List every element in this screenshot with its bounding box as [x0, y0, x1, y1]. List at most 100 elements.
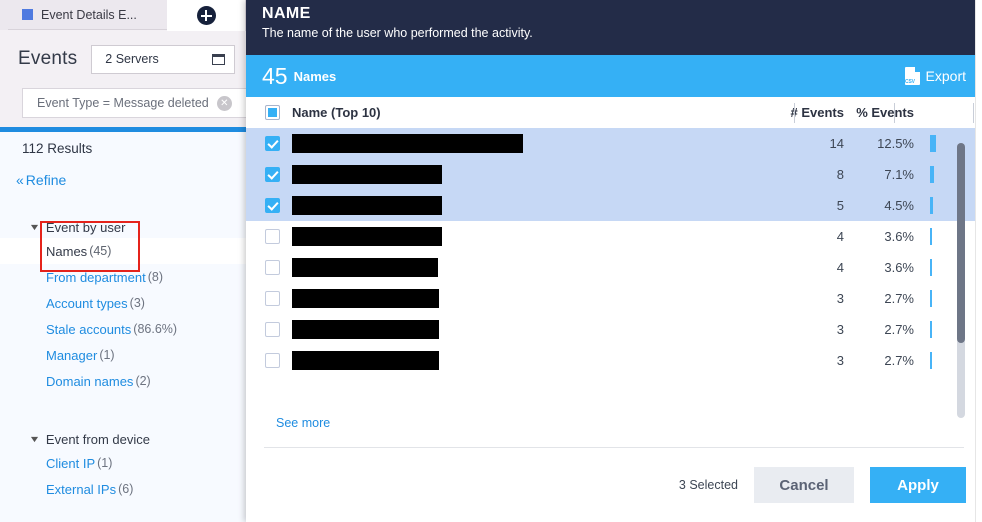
export-button[interactable]: Export	[904, 67, 966, 85]
percent-bar	[930, 166, 934, 183]
tab-label: Event Details E...	[41, 7, 137, 22]
row-events-value: 3	[836, 322, 844, 337]
row-bar-cell	[922, 166, 982, 183]
events-header: Events 2 Servers	[0, 40, 246, 78]
row-checkbox[interactable]	[264, 229, 280, 244]
row-percent-value: 3.6%	[884, 260, 914, 275]
cancel-button[interactable]: Cancel	[754, 467, 854, 503]
sidebar-item-names[interactable]: Names (45)	[0, 238, 246, 264]
row-checkbox[interactable]	[264, 167, 280, 182]
select-all-cell[interactable]	[246, 105, 292, 120]
csv-file-icon	[904, 67, 920, 85]
facet-group-header[interactable]: ▼ Event from device	[0, 428, 246, 450]
sidebar-item-account-types[interactable]: Account types (3)	[0, 290, 246, 316]
sidebar-item-external-ips[interactable]: External IPs (6)	[0, 476, 246, 502]
percent-bar	[930, 259, 932, 276]
facet-count: (3)	[129, 296, 145, 310]
redacted-name	[292, 165, 442, 184]
facet-label: External IPs	[46, 481, 117, 497]
dialog-header: NAME The name of the user who performed …	[246, 0, 982, 55]
table-scrollbar-track[interactable]	[957, 143, 965, 418]
table-row[interactable]: 3 2.7%	[246, 345, 982, 376]
sidebar-item-from-department[interactable]: From department (8)	[0, 264, 246, 290]
percent-bar	[930, 352, 932, 369]
row-checkbox-cell[interactable]	[246, 229, 292, 244]
table-row[interactable]: 4 3.6%	[246, 221, 982, 252]
column-header-name[interactable]: Name (Top 10)	[292, 105, 768, 120]
row-checkbox-cell[interactable]	[246, 260, 292, 275]
table-row[interactable]: 3 2.7%	[246, 283, 982, 314]
sidebar-item-client-ip[interactable]: Client IP (1)	[0, 450, 246, 476]
row-checkbox[interactable]	[264, 291, 280, 306]
row-percent-value: 3.6%	[884, 229, 914, 244]
dialog-subtitle: The name of the user who performed the a…	[262, 26, 533, 40]
percent-bar	[930, 321, 932, 338]
right-edge	[975, 0, 982, 522]
tab-event-details[interactable]: Event Details E...	[8, 0, 167, 30]
percent-bar	[930, 135, 936, 152]
table-row[interactable]: 14 12.5%	[246, 128, 982, 159]
dialog-title: NAME	[262, 5, 311, 22]
row-name-cell	[292, 134, 768, 153]
row-checkbox-cell[interactable]	[246, 291, 292, 306]
row-checkbox-cell[interactable]	[246, 198, 292, 213]
facet-group-header[interactable]: ▼ Event by user	[0, 216, 246, 238]
facet-group-event-from-device: ▼ Event from device Client IP (1) Extern…	[0, 428, 246, 502]
double-chevron-left-icon: «	[16, 172, 24, 188]
row-percent-value: 7.1%	[884, 167, 914, 182]
dialog-footer: 3 Selected Cancel Apply	[246, 448, 982, 522]
row-events-value: 3	[836, 291, 844, 306]
sidebar-item-manager[interactable]: Manager (1)	[0, 342, 246, 368]
row-name-cell	[292, 351, 768, 370]
count-value: 45	[262, 62, 288, 89]
sidebar-item-stale-accounts[interactable]: Stale accounts (86.6%)	[0, 316, 246, 342]
row-checkbox[interactable]	[264, 198, 280, 213]
row-checkbox[interactable]	[264, 260, 280, 275]
row-bar-cell	[922, 259, 982, 276]
plus-circle-icon	[196, 6, 216, 25]
row-bar-cell	[922, 228, 982, 245]
apply-button[interactable]: Apply	[870, 467, 966, 503]
percent-bar	[930, 290, 932, 307]
row-checkbox-cell[interactable]	[246, 136, 292, 151]
row-name-cell	[292, 165, 768, 184]
table-row[interactable]: 3 2.7%	[246, 314, 982, 345]
table-row[interactable]: 4 3.6%	[246, 252, 982, 283]
table-row[interactable]: 5 4.5%	[246, 190, 982, 221]
refine-toggle[interactable]: « Refine	[16, 172, 66, 188]
page-title: Events	[18, 48, 78, 69]
column-header-percent[interactable]: % Events	[854, 105, 922, 120]
tab-bar: Event Details E...	[0, 0, 246, 31]
row-bar-cell	[922, 321, 982, 338]
row-checkbox-cell[interactable]	[246, 322, 292, 337]
row-checkbox[interactable]	[264, 353, 280, 368]
facet-label: Stale accounts	[46, 321, 132, 337]
row-percent-value: 12.5%	[877, 136, 914, 151]
row-checkbox-cell[interactable]	[246, 353, 292, 368]
row-checkbox[interactable]	[264, 136, 280, 151]
column-header-events[interactable]: # Events	[768, 105, 854, 120]
row-percent-value: 2.7%	[884, 353, 914, 368]
row-checkbox[interactable]	[264, 322, 280, 337]
close-circle-icon[interactable]: ✕	[216, 95, 232, 111]
percent-bar	[930, 228, 932, 245]
app-window: Event Details E... Events 2 Servers Even…	[0, 0, 982, 522]
redacted-name	[292, 289, 439, 308]
see-more-link[interactable]: See more	[276, 416, 330, 430]
table-row[interactable]: 8 7.1%	[246, 159, 982, 190]
server-selector-value: 2 Servers	[105, 52, 159, 66]
server-selector[interactable]: 2 Servers	[91, 44, 236, 74]
refine-label: Refine	[25, 172, 67, 188]
filter-chip-event-type[interactable]: Event Type = Message deleted ✕	[22, 88, 252, 118]
results-count: 112 Results	[22, 141, 93, 156]
table-scrollbar-thumb[interactable]	[957, 143, 965, 343]
redacted-name	[292, 320, 439, 339]
filter-chip-label: Event Type = Message deleted	[37, 96, 209, 110]
sidebar-item-domain-names[interactable]: Domain names (2)	[0, 368, 246, 394]
selected-count: 3 Selected	[678, 478, 738, 492]
facet-count: (1)	[99, 348, 115, 362]
row-checkbox-cell[interactable]	[246, 167, 292, 182]
new-tab-button[interactable]	[167, 0, 246, 31]
chevron-down-icon: ▼	[28, 434, 41, 444]
select-all-checkbox[interactable]	[264, 105, 280, 120]
